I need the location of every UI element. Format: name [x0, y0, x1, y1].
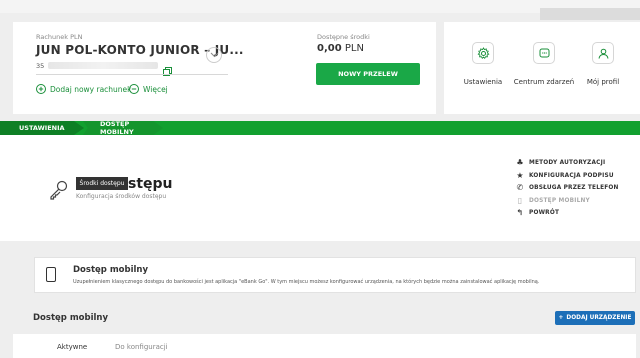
account-number-prefix: 35 [36, 62, 45, 70]
account-number-masked [48, 62, 158, 69]
add-device-button[interactable]: + DODAJ URZĄDZENIE [555, 311, 635, 325]
phone-icon: ✆ [516, 183, 524, 193]
chevron-down-icon [210, 52, 219, 58]
star-icon: ★ [516, 170, 524, 180]
more-label: Więcej [143, 84, 168, 94]
tooltip: Środki dostępu [76, 177, 128, 190]
devices-card [13, 334, 636, 358]
section-title: Dostęp mobilny [33, 313, 109, 323]
people-icon: ♣ [516, 158, 524, 168]
account-label: Rachunek PLN [36, 33, 83, 41]
page-subtitle: Konfiguracja środków dostępu [76, 193, 167, 200]
quick-link-settings[interactable]: Ustawienia [453, 42, 513, 86]
add-account-link[interactable]: Dodaj nowy rachunek [36, 84, 132, 94]
action-phone-service[interactable]: ✆ OBSŁUGA PRZEZ TELEFON [516, 182, 619, 195]
add-account-label: Dodaj nowy rachunek [50, 84, 132, 94]
quick-link-label: Centrum zdarzeń [513, 78, 575, 86]
account-dropdown-button[interactable] [206, 47, 222, 63]
copy-icon[interactable] [163, 61, 172, 76]
mobile-icon: ▯ [517, 195, 523, 205]
page-title: stępu [128, 176, 173, 192]
account-divider [36, 74, 228, 75]
user-icon [592, 42, 614, 64]
action-signature-config[interactable]: ★ KONFIGURACJA PODPISU [516, 170, 619, 183]
plus-icon: + [558, 315, 564, 321]
quick-link-label: Ustawienia [463, 78, 503, 86]
balance-amount: 0,00 PLN [317, 43, 364, 54]
action-authorization-methods[interactable]: ♣ METODY AUTORYZACJI [516, 157, 619, 170]
action-mobile-access: ▯ DOSTĘP MOBILNY [517, 195, 590, 205]
gear-icon [472, 42, 494, 64]
tab-to-configure[interactable]: Do konfiguracji [115, 343, 168, 351]
actions-menu: ♣ METODY AUTORYZACJI ★ KONFIGURACJA PODP… [516, 157, 619, 220]
key-icon [48, 179, 70, 201]
breadcrumb-mobile-access[interactable]: DOSTĘP MOBILNY [83, 121, 163, 135]
more-link[interactable]: Więcej [129, 84, 168, 94]
info-card [34, 257, 636, 293]
smartphone-icon [46, 267, 56, 282]
back-arrow-icon: ↰ [516, 208, 524, 218]
quick-link-label: Mój profil [586, 78, 620, 86]
info-title: Dostęp mobilny [73, 265, 149, 275]
info-text: Uzupełnieniem klasycznego dostępu do ban… [73, 279, 540, 285]
add-device-label: DODAJ URZĄDZENIE [566, 315, 632, 321]
top-shadow [540, 8, 640, 20]
quick-link-events[interactable]: Centrum zdarzeń [514, 42, 574, 86]
new-transfer-button[interactable]: NOWY PRZELEW [316, 63, 420, 85]
tab-active[interactable]: Aktywne [57, 343, 87, 351]
more-circle-icon [129, 84, 139, 94]
balance-label: Dostępne środki [317, 33, 370, 41]
quick-link-profile[interactable]: Mój profil [573, 42, 633, 86]
plus-circle-icon [36, 84, 46, 94]
action-back[interactable]: ↰ POWRÓT [516, 207, 619, 220]
message-icon [533, 42, 555, 64]
breadcrumb-settings[interactable]: USTAWIENIA [0, 121, 84, 135]
